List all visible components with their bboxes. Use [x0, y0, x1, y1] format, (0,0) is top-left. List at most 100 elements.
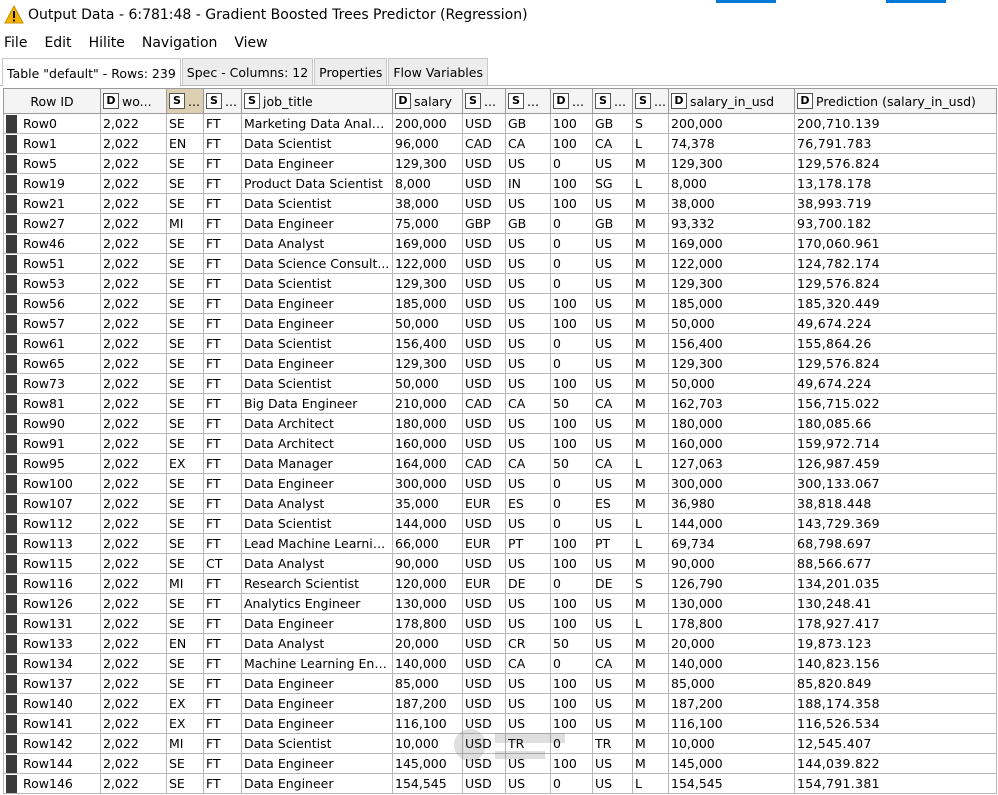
- table-cell[interactable]: FT: [203, 333, 242, 354]
- table-cell[interactable]: SE: [166, 533, 204, 554]
- table-cell[interactable]: Machine Learning Eng...: [241, 653, 393, 674]
- table-cell[interactable]: 13,178.178: [794, 173, 997, 194]
- table-cell[interactable]: SE: [166, 413, 204, 434]
- table-cell[interactable]: 178,927.417: [794, 613, 997, 634]
- table-row[interactable]: Row61 2,022 SE FT Data Scientist 156,400 USD US…: [3, 333, 997, 354]
- table-cell[interactable]: 162,703: [668, 393, 795, 414]
- menu-view[interactable]: View: [234, 35, 267, 51]
- table-cell[interactable]: 180,085.66: [794, 413, 997, 434]
- table-cell[interactable]: GB: [505, 113, 551, 134]
- table-cell[interactable]: Data Engineer: [241, 213, 393, 234]
- row-id-cell[interactable]: Row51: [3, 253, 101, 274]
- table-cell[interactable]: 74,378: [668, 133, 795, 154]
- table-cell[interactable]: EX: [166, 713, 204, 734]
- table-cell[interactable]: Data Manager: [241, 453, 393, 474]
- table-cell[interactable]: 0: [550, 213, 593, 234]
- table-cell[interactable]: 100: [550, 533, 593, 554]
- table-cell[interactable]: EX: [166, 453, 204, 474]
- table-cell[interactable]: Data Engineer: [241, 693, 393, 714]
- table-cell[interactable]: M: [632, 473, 669, 494]
- table-cell[interactable]: FT: [203, 433, 242, 454]
- table-cell[interactable]: USD: [462, 353, 506, 374]
- table-cell[interactable]: USD: [462, 293, 506, 314]
- table-cell[interactable]: CA: [505, 133, 551, 154]
- table-row[interactable]: Row21 2,022 SE FT Data Scientist 38,000 USD US 1…: [3, 193, 997, 214]
- table-cell[interactable]: US: [505, 193, 551, 214]
- table-cell[interactable]: 120,000: [392, 573, 463, 594]
- row-id-cell[interactable]: Row126: [3, 593, 101, 614]
- table-cell[interactable]: USD: [462, 673, 506, 694]
- table-cell[interactable]: 2,022: [100, 313, 167, 334]
- table-row[interactable]: Row19 2,022 SE FT Product Data Scientist 8,00…: [3, 173, 997, 194]
- table-cell[interactable]: USD: [462, 373, 506, 394]
- table-cell[interactable]: 2,022: [100, 713, 167, 734]
- table-cell[interactable]: CAD: [462, 393, 506, 414]
- column-header[interactable]: Sjob_title: [241, 88, 393, 114]
- table-cell[interactable]: 35,000: [392, 493, 463, 514]
- table-cell[interactable]: 185,000: [668, 293, 795, 314]
- table-cell[interactable]: 20,000: [668, 633, 795, 654]
- table-cell[interactable]: SE: [166, 273, 204, 294]
- table-cell[interactable]: Data Engineer: [241, 153, 393, 174]
- table-cell[interactable]: CAD: [462, 133, 506, 154]
- table-cell[interactable]: 0: [550, 273, 593, 294]
- table-cell[interactable]: 170,060.961: [794, 233, 997, 254]
- table-cell[interactable]: 100: [550, 673, 593, 694]
- table-cell[interactable]: 2,022: [100, 673, 167, 694]
- table-cell[interactable]: USD: [462, 113, 506, 134]
- table-cell[interactable]: M: [632, 353, 669, 374]
- table-cell[interactable]: 129,300: [668, 353, 795, 374]
- table-cell[interactable]: CT: [203, 553, 242, 574]
- table-cell[interactable]: 185,320.449: [794, 293, 997, 314]
- table-cell[interactable]: US: [592, 333, 633, 354]
- table-cell[interactable]: EN: [166, 133, 204, 154]
- table-row[interactable]: Row1 2,022 EN FT Data Scientist 96,000 CAD CA 10…: [3, 133, 997, 154]
- table-cell[interactable]: GB: [592, 213, 633, 234]
- table-cell[interactable]: FT: [203, 753, 242, 774]
- table-cell[interactable]: Data Analyst: [241, 493, 393, 514]
- row-id-cell[interactable]: Row5: [3, 153, 101, 174]
- table-cell[interactable]: 300,000: [668, 473, 795, 494]
- table-cell[interactable]: 187,200: [668, 693, 795, 714]
- table-cell[interactable]: FT: [203, 613, 242, 634]
- table-cell[interactable]: 187,200: [392, 693, 463, 714]
- table-cell[interactable]: L: [632, 513, 669, 534]
- table-cell[interactable]: CA: [505, 453, 551, 474]
- table-cell[interactable]: L: [632, 133, 669, 154]
- table-row[interactable]: Row0 2,022 SE FT Marketing Data Analyst 200,0…: [3, 113, 997, 134]
- menu-file[interactable]: File: [4, 35, 27, 51]
- table-cell[interactable]: USD: [462, 553, 506, 574]
- table-cell[interactable]: 10,000: [392, 733, 463, 754]
- table-cell[interactable]: MI: [166, 733, 204, 754]
- table-cell[interactable]: Research Scientist: [241, 573, 393, 594]
- table-cell[interactable]: 100: [550, 193, 593, 214]
- table-cell[interactable]: 126,987.459: [794, 453, 997, 474]
- table-cell[interactable]: CA: [592, 653, 633, 674]
- table-cell[interactable]: US: [505, 773, 551, 794]
- table-cell[interactable]: SE: [166, 553, 204, 574]
- table-cell[interactable]: TR: [505, 733, 551, 754]
- table-row[interactable]: Row137 2,022 SE FT Data Engineer 85,000 USD US 1…: [3, 673, 997, 694]
- table-cell[interactable]: 2,022: [100, 273, 167, 294]
- table-cell[interactable]: 200,000: [668, 113, 795, 134]
- table-cell[interactable]: M: [632, 733, 669, 754]
- row-id-cell[interactable]: Row21: [3, 193, 101, 214]
- table-row[interactable]: Row113 2,022 SE FT Lead Machine Learnin... 66…: [3, 533, 997, 554]
- table-row[interactable]: Row95 2,022 EX FT Data Manager 164,000 CAD CA 50…: [3, 453, 997, 474]
- table-cell[interactable]: USD: [462, 333, 506, 354]
- row-id-cell[interactable]: Row57: [3, 313, 101, 334]
- table-cell[interactable]: 38,000: [392, 193, 463, 214]
- table-cell[interactable]: USD: [462, 753, 506, 774]
- table-cell[interactable]: Lead Machine Learnin...: [241, 533, 393, 554]
- table-cell[interactable]: 159,972.714: [794, 433, 997, 454]
- table-cell[interactable]: 129,576.824: [794, 353, 997, 374]
- table-cell[interactable]: 36,980: [668, 493, 795, 514]
- row-id-cell[interactable]: Row46: [3, 233, 101, 254]
- table-cell[interactable]: 169,000: [668, 233, 795, 254]
- table-cell[interactable]: USD: [462, 653, 506, 674]
- table-cell[interactable]: M: [632, 653, 669, 674]
- table-cell[interactable]: CAD: [462, 453, 506, 474]
- table-cell[interactable]: CA: [592, 393, 633, 414]
- table-cell[interactable]: SE: [166, 253, 204, 274]
- table-cell[interactable]: 129,576.824: [794, 153, 997, 174]
